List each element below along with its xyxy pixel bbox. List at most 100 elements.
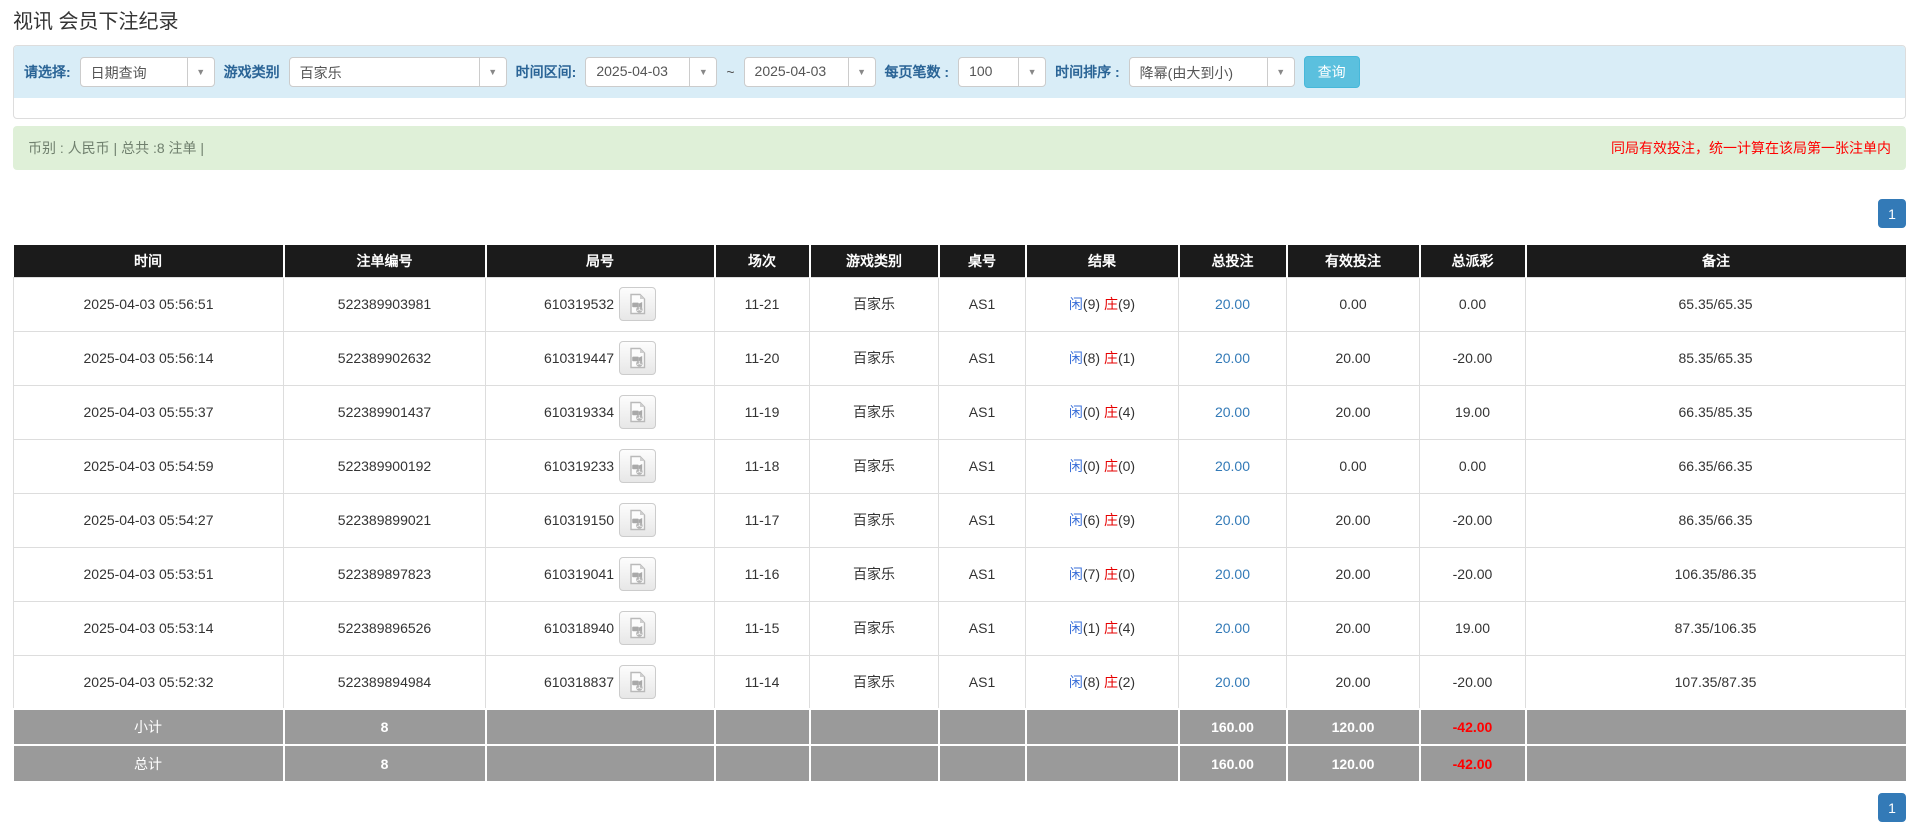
- cell-session: 11-18: [714, 438, 810, 494]
- cell-time: 2025-04-03 05:52:32: [13, 654, 284, 710]
- filter-panel-body: [14, 98, 1905, 118]
- round-number: 610319041: [543, 566, 615, 582]
- total-bet-link[interactable]: 20.00: [1215, 296, 1250, 312]
- cell-round: 610319532: [485, 276, 715, 332]
- valid-bet-note: 同局有效投注，统一计算在该局第一张注单内: [1611, 140, 1891, 156]
- total-bet-link[interactable]: 20.00: [1215, 674, 1250, 690]
- cell-valid-bet: 20.00: [1286, 384, 1420, 440]
- summary-row: 小计 8 160.00 120.00 -42.00: [13, 708, 1906, 745]
- player-result: 闲: [1068, 512, 1083, 528]
- cell-game: 百家乐: [809, 600, 939, 656]
- cell-game: 百家乐: [809, 546, 939, 602]
- summary-row: 总计 8 160.00 120.00 -42.00: [13, 744, 1906, 781]
- cell-total-bet: 20.00: [1178, 492, 1287, 548]
- page-1-button[interactable]: 1: [1878, 793, 1906, 822]
- player-score: (7): [1082, 566, 1101, 582]
- chevron-down-icon: ▼: [186, 58, 214, 86]
- table-row: 2025-04-03 05:56:14 522389902632 6103194…: [13, 330, 1906, 386]
- cell-bet-id: 522389894984: [283, 654, 486, 710]
- cell-remark: 85.35/65.35: [1525, 330, 1906, 386]
- table-row: 2025-04-03 05:54:59 522389900192 6103192…: [13, 438, 1906, 494]
- cell-payout: 19.00: [1419, 600, 1526, 656]
- video-replay-button[interactable]: [619, 341, 657, 375]
- cell-remark: 87.35/106.35: [1525, 600, 1906, 656]
- video-file-icon: [630, 509, 646, 531]
- time-sort-value: 降幂(由大到小): [1139, 65, 1233, 81]
- cell-game: 百家乐: [809, 438, 939, 494]
- table-row: 2025-04-03 05:55:37 522389901437 6103193…: [13, 384, 1906, 440]
- video-replay-button[interactable]: [619, 611, 657, 645]
- video-file-icon: [630, 563, 646, 585]
- per-page-value: 100: [969, 63, 993, 79]
- banker-score: (4): [1117, 404, 1136, 420]
- column-header: 有效投注: [1285, 245, 1420, 277]
- cell-game: 百家乐: [809, 330, 939, 386]
- cell-session: 11-14: [714, 654, 810, 710]
- video-file-icon: [630, 347, 646, 369]
- round-number: 610319334: [543, 404, 615, 420]
- banker-result: 庄: [1103, 404, 1118, 420]
- total-bet-link[interactable]: 20.00: [1215, 566, 1250, 582]
- cell-payout: 0.00: [1419, 276, 1526, 332]
- total-bet-link[interactable]: 20.00: [1215, 458, 1250, 474]
- video-replay-button[interactable]: [619, 664, 657, 699]
- cell-total-bet: 20.00: [1178, 330, 1287, 386]
- player-score: (0): [1082, 458, 1101, 474]
- cell-total-bet: 20.00: [1178, 438, 1287, 494]
- time-sort-select[interactable]: 降幂(由大到小) ▼: [1128, 57, 1295, 87]
- cell-remark: 106.35/86.35: [1525, 546, 1906, 602]
- video-replay-button[interactable]: [619, 449, 657, 483]
- player-result: 闲: [1068, 458, 1083, 474]
- cell-table-no: AS1: [938, 654, 1026, 710]
- game-category-value: 百家乐: [299, 65, 342, 81]
- cell-payout: -20.00: [1419, 546, 1526, 602]
- cell-table-no: AS1: [938, 600, 1026, 656]
- cell-valid-bet: 0.00: [1286, 276, 1420, 332]
- player-result: 闲: [1068, 296, 1083, 312]
- round-number: 610319447: [543, 350, 615, 366]
- banker-result: 庄: [1103, 350, 1118, 366]
- video-replay-button[interactable]: [619, 503, 657, 537]
- total-bet-link[interactable]: 20.00: [1215, 404, 1250, 420]
- per-page-select[interactable]: 100 ▼: [958, 57, 1047, 87]
- total-bet-link[interactable]: 20.00: [1215, 620, 1250, 636]
- cell-valid-bet: 20.00: [1286, 654, 1420, 710]
- cell-time: 2025-04-03 05:56:14: [13, 330, 284, 386]
- summary-total-bet: 160.00: [1177, 708, 1287, 745]
- cell-remark: 65.35/65.35: [1525, 276, 1906, 332]
- cell-time: 2025-04-03 05:56:51: [13, 276, 284, 332]
- player-score: (9): [1082, 296, 1101, 312]
- banker-score: (0): [1117, 566, 1136, 582]
- cell-table-no: AS1: [938, 546, 1026, 602]
- banker-result: 庄: [1103, 566, 1118, 582]
- page-1-button[interactable]: 1: [1878, 199, 1906, 228]
- banker-score: (4): [1117, 620, 1136, 636]
- cell-round: 610319041: [485, 546, 715, 602]
- date-to-select[interactable]: 2025-04-03 ▼: [743, 57, 876, 87]
- query-type-select[interactable]: 日期查询 ▼: [79, 57, 215, 87]
- date-from-select[interactable]: 2025-04-03 ▼: [585, 57, 718, 87]
- pagination-bottom: 1: [13, 793, 1906, 822]
- cell-remark: 107.35/87.35: [1525, 654, 1906, 710]
- video-replay-button[interactable]: [619, 287, 657, 321]
- game-category-select[interactable]: 百家乐 ▼: [288, 57, 507, 87]
- total-bet-link[interactable]: 20.00: [1215, 350, 1250, 366]
- cell-session: 11-21: [714, 276, 810, 332]
- cell-bet-id: 522389900192: [283, 438, 486, 494]
- cell-session: 11-15: [714, 600, 810, 656]
- video-replay-button[interactable]: [619, 395, 657, 429]
- player-result: 闲: [1068, 566, 1083, 582]
- cell-table-no: AS1: [938, 492, 1026, 548]
- total-bet-link[interactable]: 20.00: [1215, 512, 1250, 528]
- banker-result: 庄: [1103, 620, 1118, 636]
- chevron-down-icon: ▼: [689, 58, 716, 86]
- video-file-icon: [630, 293, 646, 315]
- summary-total-bet: 160.00: [1177, 744, 1287, 781]
- cell-valid-bet: 20.00: [1286, 600, 1420, 656]
- pagination-top: 1: [13, 199, 1906, 228]
- search-button[interactable]: 查询: [1303, 56, 1360, 88]
- cell-session: 11-20: [714, 330, 810, 386]
- player-score: (1): [1082, 620, 1101, 636]
- video-replay-button[interactable]: [619, 557, 657, 591]
- player-score: (8): [1082, 673, 1101, 690]
